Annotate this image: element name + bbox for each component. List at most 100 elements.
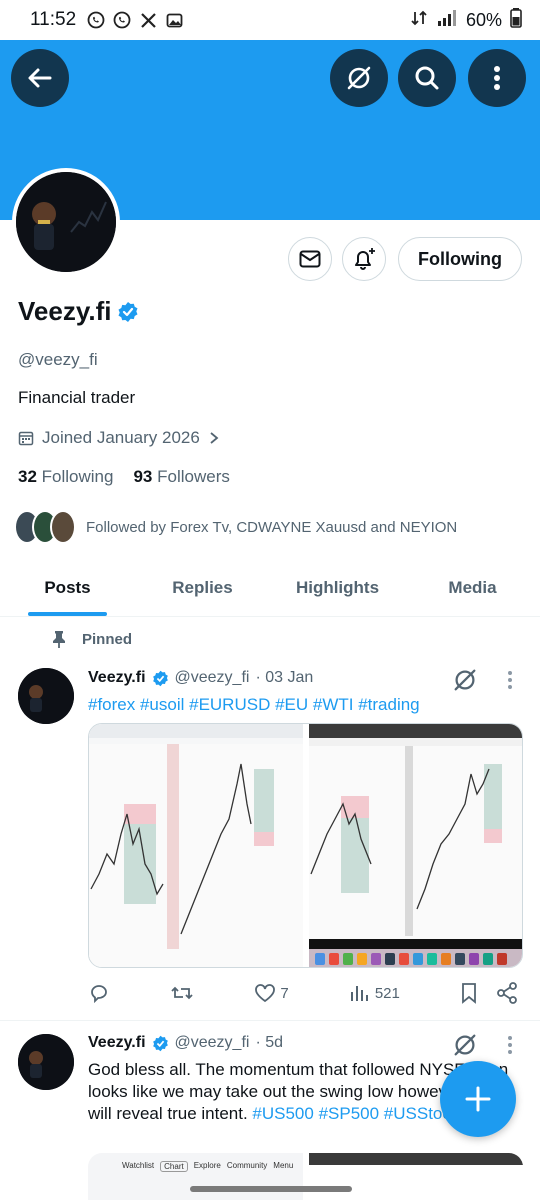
pin-icon: [53, 631, 65, 648]
system-status: 60%: [410, 7, 522, 33]
profile-avatar[interactable]: [12, 168, 120, 276]
following-label: Following: [41, 467, 114, 486]
notification-icons: [86, 10, 184, 30]
view-count: 521: [374, 984, 400, 1002]
repost-button[interactable]: [170, 982, 194, 1004]
grok-icon[interactable]: [451, 1031, 479, 1059]
repost-icon: [171, 986, 193, 1000]
data-icon: [410, 8, 428, 33]
chart-screenshot[interactable]: [89, 724, 303, 967]
followed-by-row[interactable]: Followed by Forex Tv, CDWAYNE Xauusd and…: [14, 510, 457, 544]
joined-date: Joined January 2026: [42, 428, 200, 447]
envelope-icon: [299, 250, 321, 268]
profile-name: Veezy.fi: [18, 296, 112, 326]
x-logo-icon: [138, 10, 158, 30]
post-hashtags[interactable]: #forex #usoil #EURUSD #EU #WTI #trading: [88, 695, 420, 714]
more-options-button[interactable]: [468, 49, 526, 107]
app-tab: Watchlist: [122, 1161, 155, 1170]
trading-chart-image: [308, 724, 522, 967]
heart-icon: [255, 984, 276, 1003]
follower-avatars: [14, 510, 76, 544]
profile-bio: Financial trader: [18, 388, 136, 407]
profile-name-row: Veezy.fi: [18, 296, 139, 327]
followers-label: Followers: [157, 467, 230, 486]
tab-media[interactable]: Media: [405, 560, 540, 616]
post-author-name[interactable]: Veezy.fi: [88, 1034, 146, 1052]
chevron-right-icon: [210, 432, 219, 444]
followers-count-link[interactable]: 93 Followers: [133, 467, 229, 487]
status-bar: 11:52 60%: [0, 0, 540, 40]
gesture-navigation-bar[interactable]: [190, 1186, 352, 1192]
following-button[interactable]: Following: [398, 237, 522, 281]
chart-screenshot[interactable]: Watchlist Chart Explore Community Menu: [88, 1153, 303, 1200]
avatar-image: [18, 1034, 74, 1090]
profile-handle: @veezy_fi: [18, 350, 98, 369]
post-media[interactable]: [88, 723, 523, 968]
gallery-icon: [164, 10, 184, 30]
grok-icon[interactable]: [451, 666, 479, 694]
plus-icon: [465, 1086, 491, 1112]
post-more-icon[interactable]: [507, 670, 513, 690]
avatar-image: [16, 172, 116, 272]
notifications-button[interactable]: [342, 237, 386, 281]
share-icon[interactable]: [496, 982, 518, 1004]
verified-badge-icon: [118, 301, 138, 322]
search-button[interactable]: [398, 49, 456, 107]
post-divider: [0, 1020, 540, 1021]
grok-button[interactable]: [330, 49, 388, 107]
tab-highlights[interactable]: Highlights: [270, 560, 405, 616]
status-time: 11:52: [30, 9, 77, 30]
vertical-dots-icon: [494, 66, 500, 90]
bell-plus-icon: [355, 248, 375, 270]
pinned-label: Pinned: [82, 630, 133, 648]
app-tab: Menu: [273, 1161, 294, 1170]
post-text: #forex #usoil #EURUSD #EU #WTI #trading: [88, 694, 518, 716]
calendar-icon: [18, 431, 34, 446]
post-more-icon[interactable]: [507, 1035, 513, 1055]
post-media[interactable]: Watchlist Chart Explore Community Menu: [88, 1153, 523, 1200]
views-icon: [350, 986, 368, 1001]
like-count: 7: [280, 984, 289, 1002]
post-hashtags[interactable]: #US500 #SP500 #USStocks: [252, 1104, 467, 1123]
tab-posts[interactable]: Posts: [0, 560, 135, 616]
reply-button[interactable]: [88, 982, 110, 1004]
tab-replies[interactable]: Replies: [135, 560, 270, 616]
post-author-handle: @veezy_fi: [174, 1034, 250, 1051]
back-button[interactable]: [11, 49, 69, 107]
message-button[interactable]: [288, 237, 332, 281]
follow-counts: 32 Following 93 Followers: [18, 467, 230, 487]
search-icon: [415, 66, 439, 90]
like-button[interactable]: 7: [254, 983, 289, 1003]
joined-row[interactable]: Joined January 2026: [18, 428, 220, 448]
bookmark-share-group: [460, 982, 518, 1004]
views-button[interactable]: 521: [349, 983, 400, 1003]
followed-by-text: Followed by Forex Tv, CDWAYNE Xauusd and…: [86, 518, 458, 536]
post-header: Veezy.fi @veezy_fi · 03 Jan: [88, 669, 313, 687]
following-count-link[interactable]: 32 Following: [18, 467, 113, 487]
post-author-name[interactable]: Veezy.fi: [88, 669, 146, 687]
post-author-handle: @veezy_fi: [174, 669, 250, 686]
verified-badge-icon: [152, 670, 168, 686]
battery-percent: 60%: [465, 9, 502, 30]
following-count: 32: [18, 467, 37, 486]
post-avatar[interactable]: [18, 1034, 74, 1090]
pinned-label-row: Pinned: [52, 630, 132, 648]
post-avatar[interactable]: [18, 668, 74, 724]
battery-icon: [510, 7, 522, 33]
chart-screenshot[interactable]: [308, 1153, 523, 1200]
grok-icon: [347, 66, 371, 90]
window-titlebar: [308, 1153, 523, 1165]
chart-screenshot[interactable]: [308, 724, 522, 967]
avatar: [50, 510, 76, 544]
bookmark-icon[interactable]: [460, 982, 478, 1004]
post-time: · 5d: [255, 1034, 284, 1051]
trading-chart-image: [89, 724, 303, 967]
arrow-left-icon: [28, 68, 52, 88]
post-time: · 03 Jan: [255, 669, 314, 686]
post-header: Veezy.fi @veezy_fi · 5d: [88, 1034, 283, 1052]
signal-icon: [436, 9, 458, 32]
followers-count: 93: [133, 467, 153, 486]
compose-post-button[interactable]: [440, 1061, 516, 1137]
app-tab: Chart: [160, 1161, 188, 1172]
post-actions: 7 521: [88, 982, 518, 1004]
